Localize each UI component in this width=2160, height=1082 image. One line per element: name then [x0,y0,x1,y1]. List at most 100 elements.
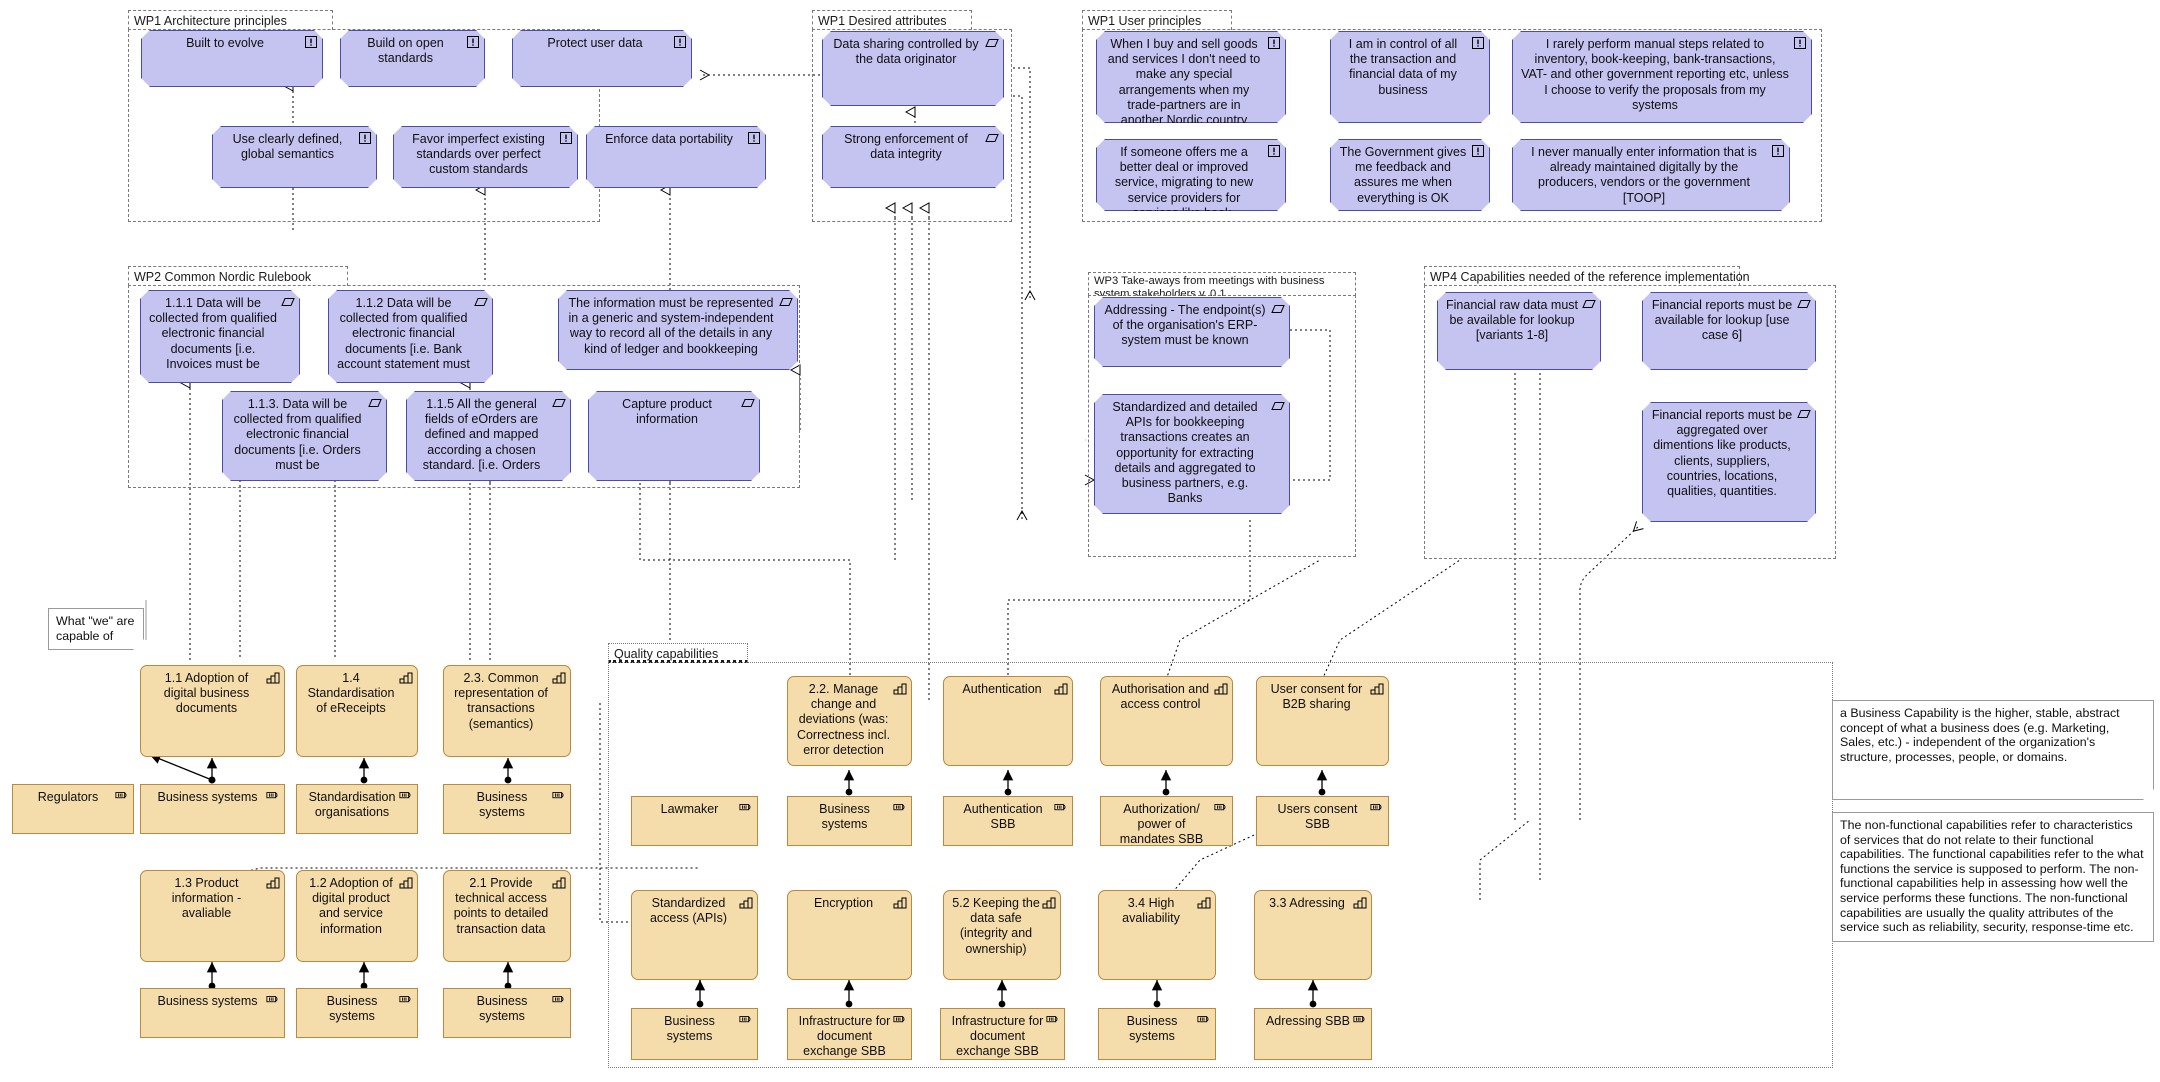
group-label: WP2 Common Nordic Rulebook [128,266,348,286]
capability-icon [1353,895,1367,909]
requirement-1-1-1[interactable]: 1.1.1 Data will be collected from qualif… [140,290,300,383]
requirement-capture-product-information[interactable]: Capture product information [588,391,760,481]
actor-business-systems-2[interactable]: Business systems [443,784,571,834]
capability-authorisation-access-control[interactable]: Authorisation and access control [1100,676,1233,766]
capability-2-3-common-representation[interactable]: 2.3. Common representation of transactio… [443,665,571,757]
element-label: 1.1.1 Data will be collected from qualif… [149,296,277,371]
principle-icon [1267,36,1281,50]
principle-enforce-data-portability[interactable]: Enforce data portability [586,126,766,188]
requirement-icon [985,131,999,145]
takeaway-standardized-apis[interactable]: Standardized and detailed APIs for bookk… [1094,394,1290,514]
element-label: The information must be represented in a… [568,296,774,356]
capability-5-2-keeping-data-safe[interactable]: 5.2 Keeping the data safe (integrity and… [943,890,1061,980]
principle-build-on-open-standards[interactable]: Build on open standards [340,30,485,87]
requirement-icon [474,295,488,309]
element-label: I never manually enter information that … [1531,145,1757,205]
wp4-financial-reports-aggregated[interactable]: Financial reports must be aggregated ove… [1642,402,1816,522]
user-principle-government-feedback[interactable]: The Government gives me feedback and ass… [1330,139,1490,211]
element-label: 3.4 High avaliability [1122,896,1180,926]
element-label: Business systems [157,790,258,804]
capability-1-1-adoption-digital-business-documents[interactable]: 1.1 Adoption of digital business documen… [140,665,285,757]
note-what-we-are-capable-of: What "we" are capable of [48,608,144,650]
actor-business-systems-1[interactable]: Business systems [140,784,285,834]
principle-use-clearly-defined-global-semantics[interactable]: Use clearly defined, global semantics [212,126,377,188]
capability-1-3-product-information[interactable]: 1.3 Product information - avaliable [140,870,285,962]
business-role-icon [1197,1013,1211,1027]
capability-1-2-adoption-digital-product-info[interactable]: 1.2 Adoption of digital product and serv… [296,870,418,962]
actor-adressing-sbb[interactable]: Adressing SBB [1254,1008,1372,1060]
user-principle-nordic-trade[interactable]: When I buy and sell goods and services I… [1096,31,1286,123]
group-label: WP4 Capabilities needed of the reference… [1424,266,1750,286]
capability-authentication[interactable]: Authentication [943,676,1073,766]
wp4-financial-reports-lookup[interactable]: Financial reports must be available for … [1642,292,1816,370]
actor-regulators[interactable]: Regulators [12,784,134,834]
actor-business-systems-5[interactable]: Business systems [443,988,571,1038]
element-label: Business systems [476,994,528,1024]
actor-authorization-power-of-mandates-sbb[interactable]: Authorization/ power of mandates SBB [1100,796,1233,846]
actor-authentication-sbb[interactable]: Authentication SBB [943,796,1073,846]
principle-icon [304,35,318,49]
capability-encryption[interactable]: Encryption [787,890,912,980]
business-role-icon [266,789,280,803]
principle-icon [466,35,480,49]
capability-2-1-technical-access-points[interactable]: 2.1 Provide technical access points to d… [443,870,571,962]
business-role-icon [399,789,413,803]
requirement-icon [281,295,295,309]
element-label: Business systems [819,802,870,832]
user-principle-control-of-data[interactable]: I am in control of all the transaction a… [1330,31,1490,123]
takeaway-addressing-endpoints[interactable]: Addressing - The endpoint(s) of the orga… [1094,297,1290,367]
element-label: I rarely perform manual steps related to… [1521,37,1789,112]
actor-lawmaker[interactable]: Lawmaker [631,796,758,846]
capability-1-4-standardisation-ereceipts[interactable]: 1.4 Standardisation of eReceipts [296,665,418,757]
wp4-financial-raw-data-lookup[interactable]: Financial raw data must be available for… [1437,292,1601,370]
user-principle-no-manual-steps[interactable]: I rarely perform manual steps related to… [1512,31,1812,123]
requirement-icon [741,396,755,410]
actor-standardisation-organisations[interactable]: Standardisation organisations [296,784,418,834]
element-label: Adressing SBB [1265,1014,1351,1028]
business-role-icon [552,789,566,803]
principle-built-to-evolve[interactable]: Built to evolve [141,30,323,87]
element-label: 1.2 Adoption of digital product and serv… [309,876,393,936]
element-label: 1.1.5 All the general fields of eOrders … [422,397,541,472]
element-label: 2.2. Manage change and deviations (was: … [796,682,891,757]
actor-infrastructure-document-exchange-sbb-2[interactable]: Infrastructure for document exchange SBB [940,1008,1065,1060]
capability-icon [552,875,566,889]
actor-infrastructure-document-exchange-sbb-1[interactable]: Infrastructure for document exchange SBB [787,1008,912,1060]
capability-icon [1042,895,1056,909]
capability-user-consent-b2b[interactable]: User consent for B2B sharing [1256,676,1389,766]
element-label: 1.3 Product information - avaliable [171,876,242,921]
element-label: Business systems [157,994,258,1008]
element-label: User consent for B2B sharing [1270,682,1363,712]
element-label: Financial raw data must be available for… [1446,298,1579,343]
actor-business-systems-7[interactable]: Business systems [631,1008,758,1060]
requirement-1-1-5[interactable]: 1.1.5 All the general fields of eOrders … [406,391,571,481]
capability-2-2-manage-change-deviations[interactable]: 2.2. Manage change and deviations (was: … [787,676,912,766]
attribute-data-sharing-controlled[interactable]: Data sharing controlled by the data orig… [822,31,1004,106]
actor-business-systems-6[interactable]: Business systems [787,796,912,846]
requirement-1-1-3[interactable]: 1.1.3. Data will be collected from quali… [222,391,387,481]
user-principle-easy-migration[interactable]: If someone offers me a better deal or im… [1096,139,1286,211]
requirement-generic-representation[interactable]: The information must be represented in a… [558,290,798,370]
business-role-icon [266,993,280,1007]
actor-business-systems-3[interactable]: Business systems [140,988,285,1038]
capability-icon [1197,895,1211,909]
group-label: WP1 Desired attributes [812,10,972,30]
capability-3-3-adressing[interactable]: 3.3 Adressing [1254,890,1372,980]
capability-standardized-access-apis[interactable]: Standardized access (APIs) [631,890,758,980]
element-label: Infrastructure for document exchange SBB [798,1014,891,1059]
principle-icon [673,35,687,49]
principle-icon [1471,36,1485,50]
actor-business-systems-8[interactable]: Business systems [1098,1008,1216,1060]
principle-protect-user-data[interactable]: Protect user data [512,30,692,87]
business-role-icon [739,801,753,815]
actor-business-systems-4[interactable]: Business systems [296,988,418,1038]
capability-3-4-high-availability[interactable]: 3.4 High avaliability [1098,890,1216,980]
requirement-1-1-2[interactable]: 1.1.2 Data will be collected from qualif… [328,290,493,383]
actor-users-consent-sbb[interactable]: Users consent SBB [1256,796,1389,846]
requirement-icon [1797,407,1811,421]
principle-favor-imperfect-existing-standards[interactable]: Favor imperfect existing standards over … [393,126,578,188]
element-label: Authorisation and access control [1111,682,1210,712]
user-principle-toop[interactable]: I never manually enter information that … [1512,139,1790,211]
element-label: 1.1.2 Data will be collected from qualif… [337,296,470,371]
attribute-strong-enforcement-data-integrity[interactable]: Strong enforcement of data integrity [822,126,1004,188]
